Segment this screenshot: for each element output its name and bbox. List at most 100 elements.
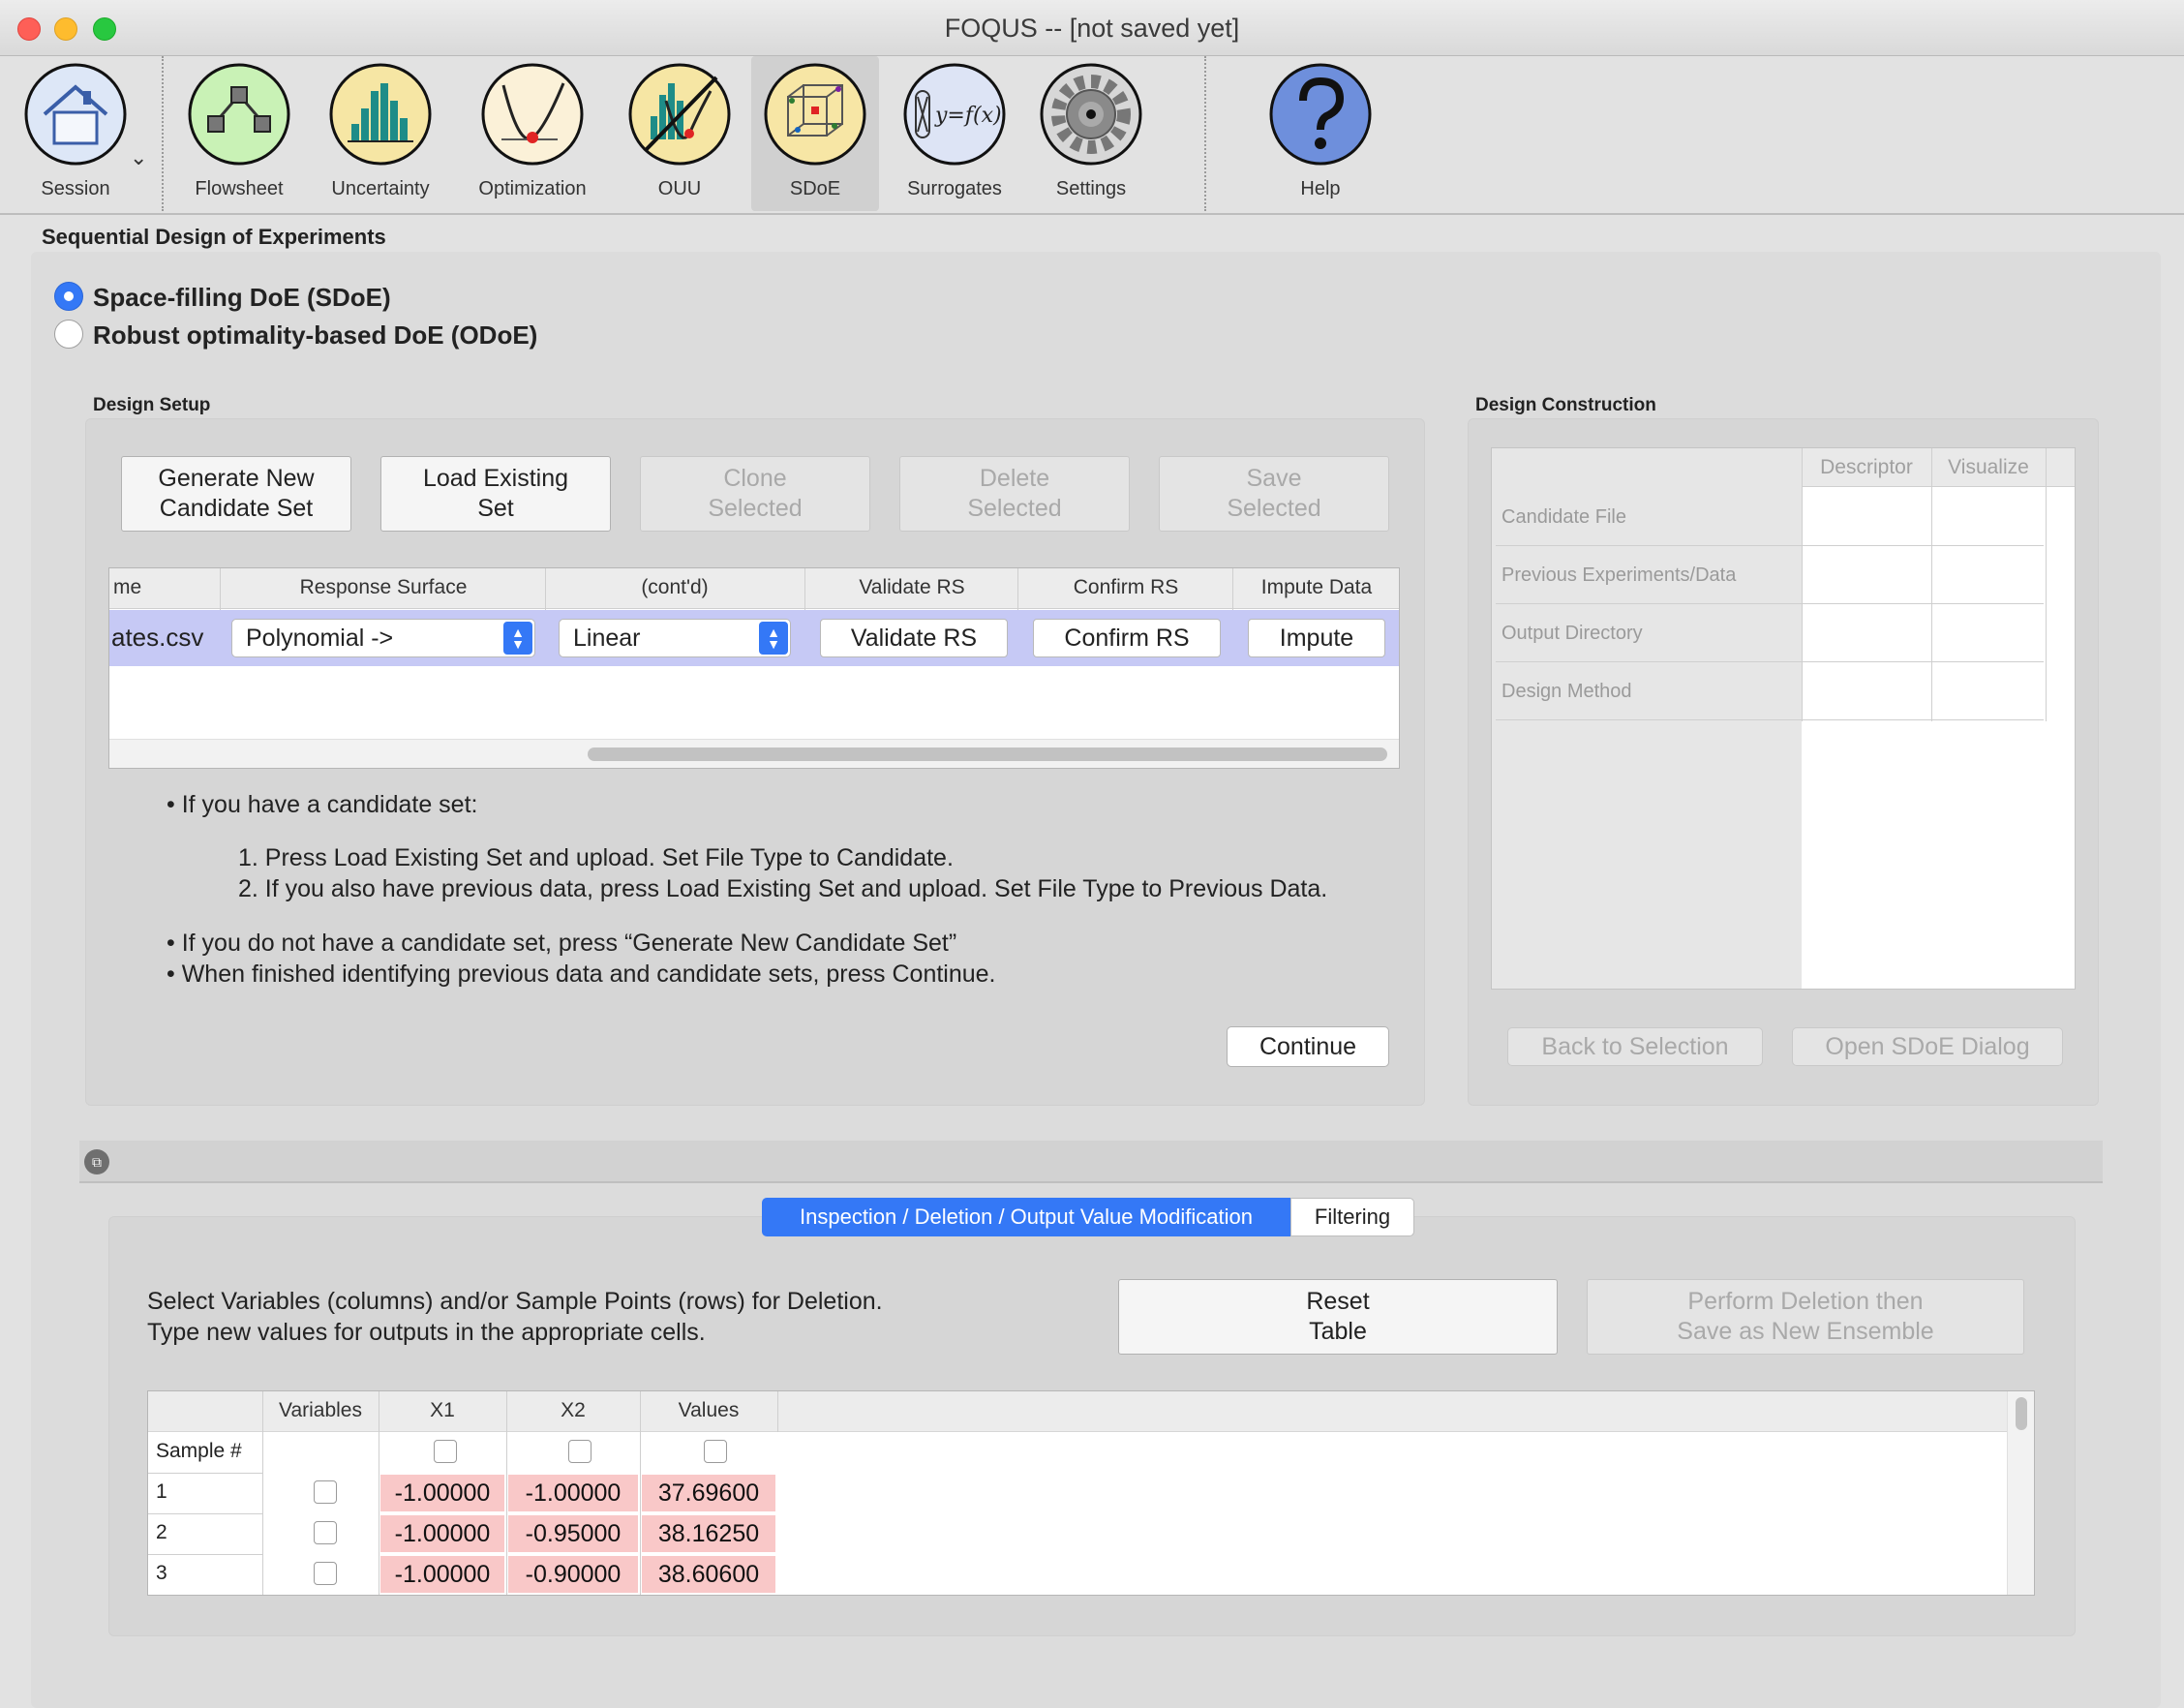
scrollbar-thumb[interactable]: [588, 747, 1387, 761]
checkbox-row-1[interactable]: [314, 1480, 337, 1504]
surrogate-function-icon: y=f(x): [903, 63, 1006, 166]
row-number: 3: [156, 1562, 167, 1584]
toolbar-surrogates[interactable]: y=f(x) Surrogates: [895, 56, 1015, 211]
sample-number-label: Sample #: [156, 1440, 242, 1462]
checkbox-col-x1[interactable]: [434, 1440, 457, 1463]
col-x2: X2: [561, 1399, 586, 1421]
col-visualize: Visualize: [1948, 456, 2029, 478]
design-construction-title: Design Construction: [1475, 395, 1656, 415]
perform-deletion-button[interactable]: Perform Deletion then Save as New Ensemb…: [1587, 1279, 2024, 1355]
checkbox-row-2[interactable]: [314, 1521, 337, 1544]
toolbar-help[interactable]: Help: [1262, 56, 1379, 211]
checkbox-row-3[interactable]: [314, 1562, 337, 1585]
tab-filtering[interactable]: Filtering: [1290, 1198, 1414, 1236]
undock-icon[interactable]: ⧉: [84, 1149, 109, 1174]
dc-row-output-directory: Output Directory: [1502, 623, 1643, 644]
instruction-step-2: 2. If you also have previous data, press…: [238, 875, 1328, 902]
sample-table: Variables X1 X2 Values Sample # 1 -1.000…: [147, 1390, 2035, 1596]
help-question-icon: [1269, 63, 1372, 166]
cell-x2[interactable]: -0.95000: [508, 1515, 638, 1552]
col-descriptor: Descriptor: [1820, 456, 1913, 478]
radio-sdoe[interactable]: [54, 282, 83, 311]
col-impute-data: Impute Data: [1260, 576, 1373, 598]
dc-row-candidate-file: Candidate File: [1502, 506, 1626, 528]
clone-selected-button[interactable]: Clone Selected: [640, 456, 870, 532]
toolbar-settings[interactable]: Settings: [1034, 56, 1148, 211]
chevron-down-icon[interactable]: ⌄: [130, 145, 147, 170]
cell-x2[interactable]: -1.00000: [508, 1475, 638, 1511]
toolbar-optimization[interactable]: Optimization: [465, 56, 600, 211]
col-confirm-rs: Confirm RS: [1073, 576, 1179, 598]
reset-table-button[interactable]: Reset Table: [1118, 1279, 1558, 1355]
cell-value[interactable]: 38.60600: [642, 1556, 775, 1593]
toolbar-label: Session: [41, 178, 110, 199]
dc-row-previous-data: Previous Experiments/Data: [1502, 564, 1737, 586]
save-selected-button[interactable]: Save Selected: [1159, 456, 1389, 532]
contd-combo[interactable]: Linear ▲ ▼: [559, 619, 791, 657]
horizontal-scrollbar[interactable]: [109, 739, 1399, 768]
cell-x1[interactable]: -1.00000: [380, 1556, 504, 1593]
col-values: Values: [678, 1399, 740, 1421]
load-existing-set-button[interactable]: Load Existing Set: [380, 456, 611, 532]
ouu-icon: [628, 63, 731, 166]
window-title: FOQUS -- [not saved yet]: [944, 14, 1240, 43]
scrollbar-thumb[interactable]: [2016, 1397, 2027, 1430]
continue-button[interactable]: Continue: [1227, 1026, 1389, 1067]
design-construction-table: Descriptor Visualize Candidate File Prev…: [1491, 447, 2076, 990]
generate-candidate-set-button[interactable]: Generate New Candidate Set: [121, 456, 351, 532]
row-number: 1: [156, 1480, 167, 1503]
checkbox-col-values[interactable]: [704, 1440, 727, 1463]
cell-x1[interactable]: -1.00000: [380, 1475, 504, 1511]
vertical-scrollbar[interactable]: [2007, 1391, 2034, 1595]
main-toolbar: Session ⌄ Flowsheet Uncertainty Optimiza…: [0, 56, 2184, 215]
section-title: Sequential Design of Experiments: [42, 225, 386, 249]
contd-value: Linear: [573, 624, 641, 652]
radio-odoe[interactable]: [54, 320, 83, 349]
inspection-instruction-2: Type new values for outputs in the appro…: [147, 1319, 706, 1346]
cell-value[interactable]: 38.16250: [642, 1515, 775, 1552]
tab-inspection[interactable]: Inspection / Deletion / Output Value Mod…: [762, 1198, 1290, 1236]
radio-odoe-label[interactable]: Robust optimality-based DoE (ODoE): [93, 320, 537, 351]
toolbar-uncertainty[interactable]: Uncertainty: [318, 56, 443, 211]
impute-button[interactable]: Impute: [1248, 619, 1385, 657]
title-bar: FOQUS -- [not saved yet]: [0, 0, 2184, 56]
toolbar-label: Uncertainty: [331, 178, 430, 199]
col-variables: Variables: [279, 1399, 362, 1421]
checkbox-col-x2[interactable]: [568, 1440, 592, 1463]
instruction-bullet-2: • If you do not have a candidate set, pr…: [167, 930, 957, 957]
cell-x2[interactable]: -0.90000: [508, 1556, 638, 1593]
back-to-selection-button[interactable]: Back to Selection: [1507, 1027, 1763, 1066]
design-setup-title: Design Setup: [93, 395, 211, 415]
row-number: 2: [156, 1521, 167, 1543]
col-validate-rs: Validate RS: [859, 576, 965, 598]
validate-rs-button[interactable]: Validate RS: [820, 619, 1008, 657]
toolbar-label: Help: [1300, 178, 1341, 199]
row-filename: ates.csv: [111, 623, 204, 652]
flowsheet-graph-icon: [188, 63, 290, 166]
toolbar-label: Settings: [1055, 178, 1127, 199]
toolbar-separator: [1204, 56, 1206, 211]
instruction-bullet-1: • If you have a candidate set:: [167, 791, 478, 818]
col-x1: X1: [430, 1399, 455, 1421]
open-sdoe-dialog-button[interactable]: Open SDoE Dialog: [1792, 1027, 2063, 1066]
toolbar-flowsheet[interactable]: Flowsheet: [181, 56, 297, 211]
house-icon: [24, 63, 127, 166]
response-surface-value: Polynomial ->: [246, 624, 394, 652]
radio-sdoe-label[interactable]: Space-filling DoE (SDoE): [93, 283, 391, 313]
cell-value[interactable]: 37.69600: [642, 1475, 775, 1511]
toolbar-ouu[interactable]: OUU: [622, 56, 738, 211]
histogram-icon: [329, 63, 432, 166]
gear-icon: [1040, 63, 1142, 166]
confirm-rs-button[interactable]: Confirm RS: [1033, 619, 1221, 657]
toolbar-session[interactable]: Session: [17, 56, 134, 211]
inspection-instruction-1: Select Variables (columns) and/or Sample…: [147, 1288, 883, 1315]
cell-x1[interactable]: -1.00000: [380, 1515, 504, 1552]
delete-selected-button[interactable]: Delete Selected: [899, 456, 1130, 532]
toolbar-label: OUU: [657, 178, 702, 199]
updown-arrow-icon: ▲ ▼: [503, 622, 532, 655]
toolbar-sdoe[interactable]: SDoE: [751, 56, 879, 211]
col-contd: (cont'd): [641, 576, 709, 598]
optimization-curve-icon: [481, 63, 584, 166]
toolbar-label: Optimization: [478, 178, 587, 199]
response-surface-combo[interactable]: Polynomial -> ▲ ▼: [231, 619, 535, 657]
